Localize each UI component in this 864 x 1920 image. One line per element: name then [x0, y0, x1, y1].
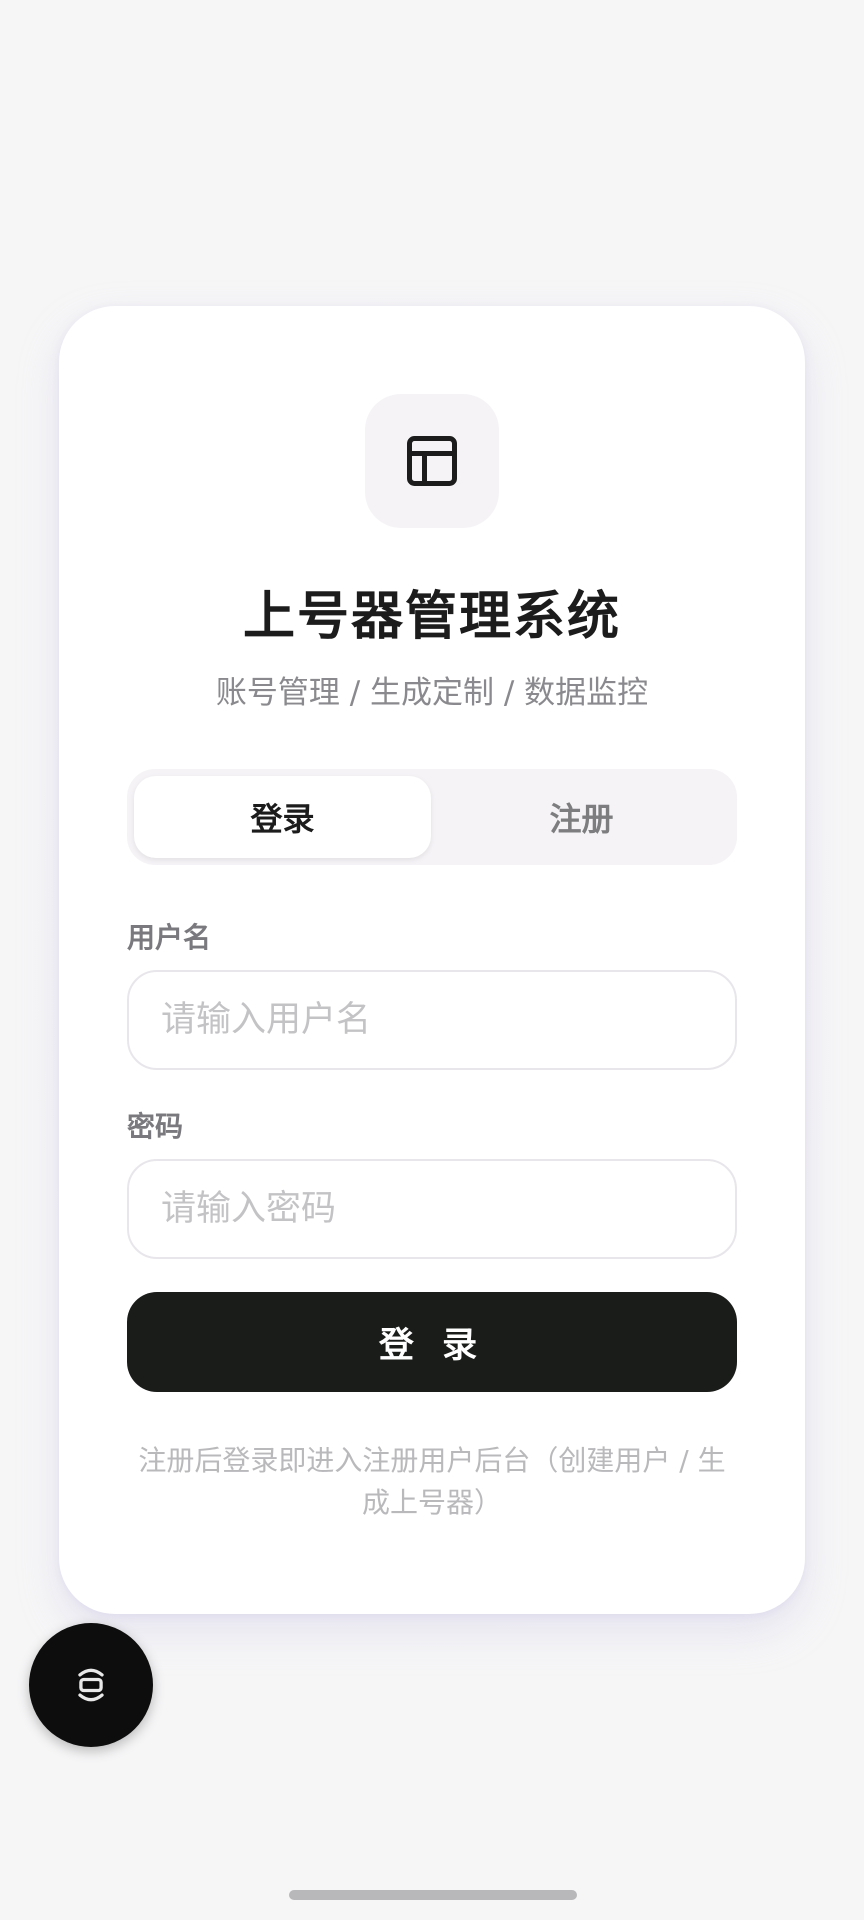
auth-tabs: 登录 注册	[127, 769, 737, 865]
tab-login[interactable]: 登录	[134, 776, 431, 858]
register-hint: 注册后登录即进入注册用户后台（创建用户 / 生成上号器）	[138, 1444, 726, 1519]
layout-panel-icon	[407, 436, 457, 486]
password-input[interactable]	[127, 1159, 737, 1259]
home-indicator	[289, 1890, 577, 1900]
username-label: 用户名	[127, 921, 212, 954]
login-card: 上号器管理系统 账号管理 / 生成定制 / 数据监控 登录 注册 用户名 密码 …	[59, 306, 805, 1614]
page-title: 上号器管理系统	[242, 587, 621, 647]
password-label: 密码	[127, 1110, 184, 1143]
tab-register[interactable]: 注册	[433, 776, 730, 858]
username-input[interactable]	[127, 970, 737, 1070]
scan-toggle-icon	[78, 1668, 104, 1702]
page-subtitle: 账号管理 / 生成定制 / 数据监控	[215, 675, 649, 711]
floating-action-button[interactable]	[29, 1623, 153, 1747]
app-logo	[365, 394, 499, 528]
login-submit-button[interactable]: 登 录	[127, 1292, 737, 1392]
